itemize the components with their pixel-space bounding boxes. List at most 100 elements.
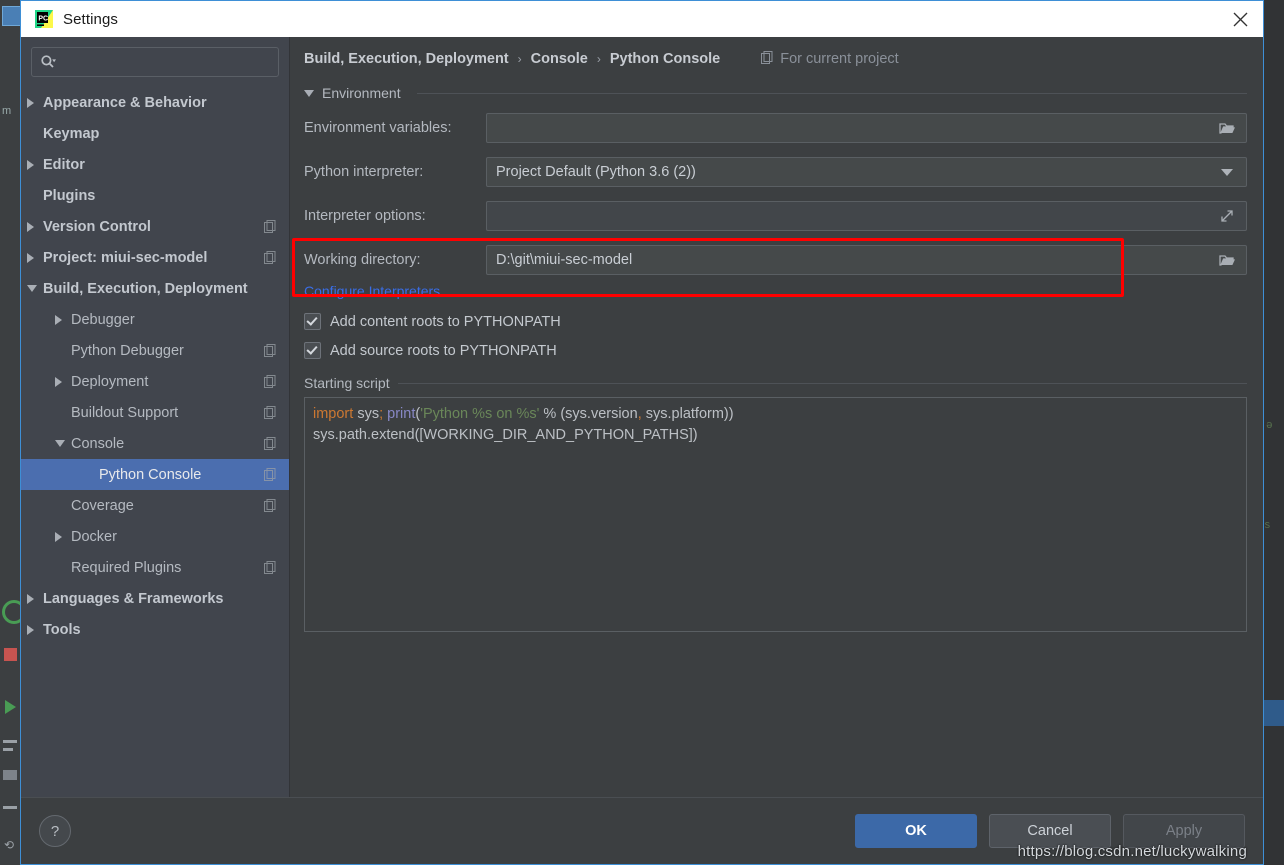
add-content-roots-label: Add content roots to PYTHONPATH: [330, 313, 561, 330]
chevron-right-icon[interactable]: [55, 314, 62, 325]
environment-section-header[interactable]: Environment: [304, 85, 1247, 101]
settings-tree: Appearance & Behavior Keymap Editor Plugins…: [21, 87, 289, 645]
sidebar-item-label: Buildout Support: [71, 404, 179, 421]
sidebar-item-editor[interactable]: Editor: [21, 149, 289, 180]
sidebar-item-label: Coverage: [71, 497, 134, 514]
project-scope-icon: [761, 50, 774, 68]
backdrop-code-right-2: s: [1264, 520, 1271, 532]
checkbox-icon[interactable]: [304, 342, 321, 359]
starting-script-editor[interactable]: import sys; print('Python %s on %s' % (s…: [304, 397, 1247, 632]
sidebar-item-label: Project: miui-sec-model: [43, 249, 208, 266]
sidebar-item-label: Docker: [71, 528, 117, 545]
code-token: sys: [353, 406, 380, 422]
code-token: % (sys.version: [539, 406, 638, 422]
chevron-right-icon[interactable]: [27, 97, 34, 108]
chevron-right-icon[interactable]: [55, 376, 62, 387]
starting-script-label: Starting script: [304, 375, 390, 391]
project-scope-icon: [264, 375, 277, 388]
sidebar-item-label: Appearance & Behavior: [43, 94, 207, 111]
folder-icon[interactable]: [1214, 121, 1240, 135]
breadcrumb-segment-2[interactable]: Console: [531, 51, 588, 67]
sidebar-item-label: Keymap: [43, 125, 100, 142]
project-scope-icon: [264, 561, 277, 574]
dialog-footer: ? OK Cancel Apply https://blog.csdn.net/…: [21, 797, 1263, 864]
breadcrumb: Build, Execution, Deployment › Console ›…: [304, 37, 1247, 81]
sidebar-item-coverage[interactable]: Coverage: [21, 490, 289, 521]
sidebar-item-console[interactable]: Console: [21, 428, 289, 459]
sidebar-item-label: Console: [71, 435, 125, 452]
breadcrumb-separator-2: ›: [596, 52, 601, 66]
working-directory-value: D:\git\miui-sec-model: [496, 252, 633, 268]
breadcrumb-segment-3: Python Console: [609, 51, 721, 67]
sidebar-item-label: Version Control: [43, 218, 151, 235]
backdrop-code-right-1: ǝ: [1266, 420, 1273, 432]
folder-icon[interactable]: [1214, 253, 1240, 267]
project-scope-icon: [264, 251, 277, 264]
breadcrumb-segment-1[interactable]: Build, Execution, Deployment: [304, 51, 509, 67]
chevron-down-icon[interactable]: [304, 89, 314, 97]
sidebar-item-languages-frameworks[interactable]: Languages & Frameworks: [21, 583, 289, 614]
interpreter-options-label: Interpreter options:: [304, 208, 426, 224]
interpreter-options-field[interactable]: [486, 201, 1247, 231]
sidebar-item-tools[interactable]: Tools: [21, 614, 289, 645]
working-directory-field[interactable]: D:\git\miui-sec-model: [486, 245, 1247, 275]
chevron-right-icon[interactable]: [27, 593, 34, 604]
backdrop-icon-project: [2, 6, 22, 26]
sidebar-item-project-miui-sec-model[interactable]: Project: miui-sec-model: [21, 242, 289, 273]
help-button[interactable]: ?: [39, 815, 71, 847]
ok-button[interactable]: OK: [855, 814, 977, 848]
sidebar-item-label: Editor: [43, 156, 85, 173]
sidebar-item-build-execution-deployment[interactable]: Build, Execution, Deployment: [21, 273, 289, 304]
checkbox-add-source-roots[interactable]: Add source roots to PYTHONPATH: [304, 336, 1247, 365]
sidebar-item-label: Plugins: [43, 187, 96, 204]
environment-variables-label: Environment variables:: [304, 120, 452, 136]
chevron-right-icon[interactable]: [27, 159, 34, 170]
sidebar-item-label: Python Debugger: [71, 342, 184, 359]
sidebar-item-debugger[interactable]: Debugger: [21, 304, 289, 335]
sidebar-item-label: Python Console: [99, 466, 202, 483]
sidebar-item-docker[interactable]: Docker: [21, 521, 289, 552]
project-scope-icon: [264, 468, 277, 481]
project-scope-indicator: For current project: [761, 50, 899, 68]
code-token: 'Python %s on %s': [420, 406, 540, 422]
search-input[interactable]: [31, 47, 279, 77]
chevron-down-icon[interactable]: [55, 440, 65, 447]
chevron-right-icon[interactable]: [27, 624, 34, 635]
python-interpreter-select[interactable]: Project Default (Python 3.6 (2)): [486, 157, 1247, 187]
settings-main-panel: Build, Execution, Deployment › Console ›…: [290, 37, 1263, 797]
close-icon[interactable]: [1217, 1, 1263, 37]
sidebar-item-plugins[interactable]: Plugins: [21, 180, 289, 211]
sidebar-item-label: Languages & Frameworks: [43, 590, 224, 607]
python-interpreter-value: Project Default (Python 3.6 (2)): [496, 164, 696, 180]
chevron-right-icon[interactable]: [27, 221, 34, 232]
python-interpreter-label: Python interpreter:: [304, 164, 424, 180]
checkbox-icon[interactable]: [304, 313, 321, 330]
project-scope-icon: [264, 437, 277, 450]
expand-icon[interactable]: [1214, 208, 1240, 224]
sidebar-item-python-console[interactable]: Python Console: [21, 459, 289, 490]
environment-variables-field[interactable]: [486, 113, 1247, 143]
sidebar-item-python-debugger[interactable]: Python Debugger: [21, 335, 289, 366]
sidebar-item-deployment[interactable]: Deployment: [21, 366, 289, 397]
project-scope-icon: [264, 499, 277, 512]
chevron-right-icon[interactable]: [27, 252, 34, 263]
svg-text:PC: PC: [38, 16, 48, 23]
checkbox-add-content-roots[interactable]: Add content roots to PYTHONPATH: [304, 307, 1247, 336]
chevron-down-icon[interactable]: [27, 285, 37, 292]
sidebar-item-keymap[interactable]: Keymap: [21, 118, 289, 149]
search-wrapper: [21, 37, 289, 85]
settings-dialog: PC Settings Appearance & Behavior Keymap…: [20, 0, 1264, 865]
sidebar-item-version-control[interactable]: Version Control: [21, 211, 289, 242]
row-working-directory: Working directory: D:\git\miui-sec-model: [304, 243, 1247, 277]
section-rule: [397, 382, 1247, 384]
backdrop-icon-m: m: [2, 105, 20, 123]
sidebar-item-buildout-support[interactable]: Buildout Support: [21, 397, 289, 428]
sidebar-item-required-plugins[interactable]: Required Plugins: [21, 552, 289, 583]
chevron-right-icon[interactable]: [55, 531, 62, 542]
row-interpreter-options: Interpreter options:: [304, 199, 1247, 233]
sidebar-item-appearance-behavior[interactable]: Appearance & Behavior: [21, 87, 289, 118]
code-token: sys.platform)): [641, 406, 734, 422]
code-token: sys.path.extend([WORKING_DIR_AND_PYTHON_…: [313, 427, 698, 443]
configure-interpreters-link[interactable]: Configure Interpreters: [304, 283, 440, 299]
chevron-down-icon[interactable]: [1214, 168, 1240, 177]
